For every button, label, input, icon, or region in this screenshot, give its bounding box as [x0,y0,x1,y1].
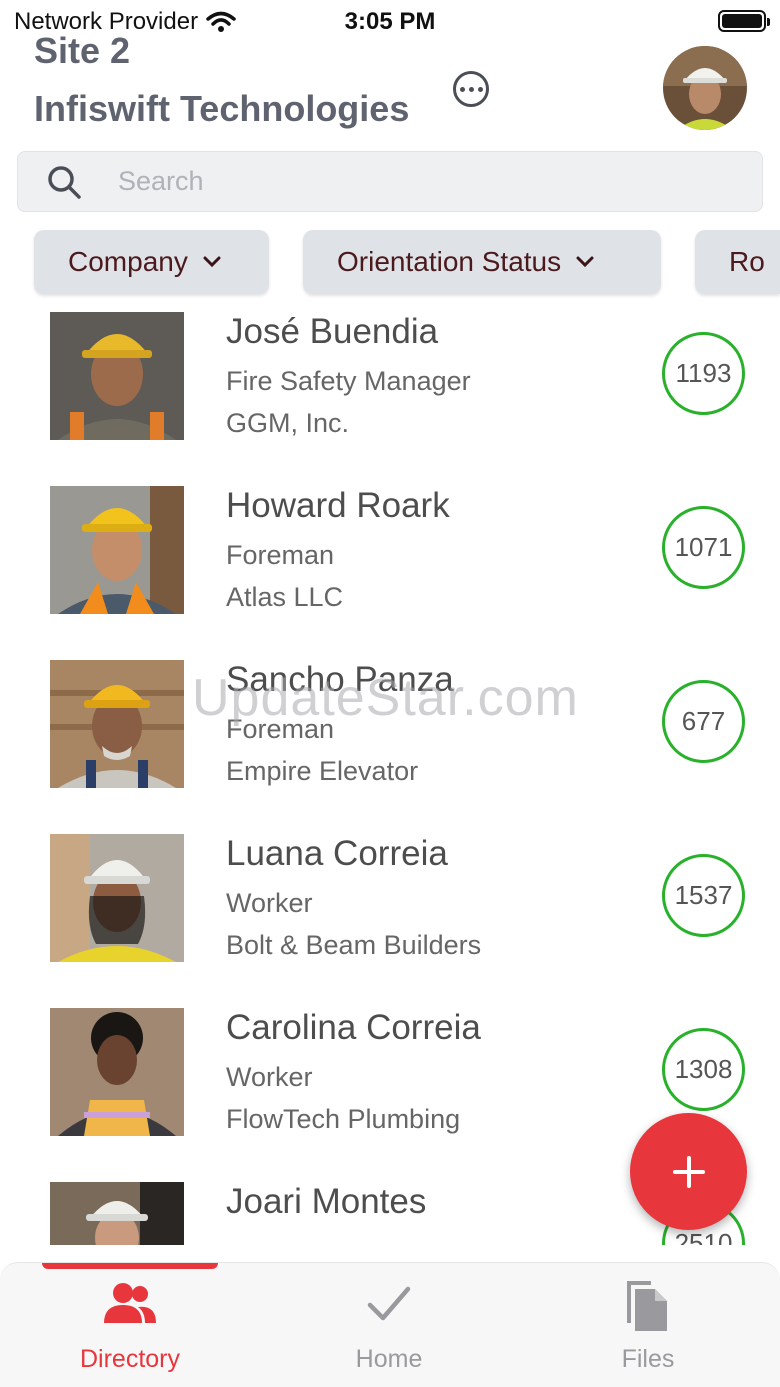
filter-orientation-label: Orientation Status [337,246,562,277]
person-role: Foreman [226,540,335,570]
score-badge: 1537 [662,854,745,937]
score-badge: 1071 [662,506,745,589]
avatar-photo [663,46,747,130]
person-role: Fire Safety Manager [226,366,471,396]
search-icon [48,166,81,199]
person-photo [50,834,184,962]
tab-home[interactable]: Home [289,1263,489,1387]
filter-company-label: Company [68,246,188,277]
person-photo [50,312,184,440]
score-badge: 677 [662,680,745,763]
list-item[interactable]: Luana Correia Worker Bolt & Beam Builder… [0,822,780,997]
score-badge: 1193 [662,332,745,415]
person-company: Bolt & Beam Builders [226,930,482,960]
more-dots-icon [459,86,465,92]
person-name: José Buendia [226,312,439,351]
tab-files[interactable]: Files [548,1263,748,1387]
filter-orientation-status[interactable]: Orientation Status [303,230,661,294]
list-item[interactable]: José Buendia Fire Safety Manager GGM, In… [0,300,780,475]
profile-avatar[interactable] [663,46,747,130]
add-button[interactable] [630,1113,747,1230]
company-title: Infiswift Technologies [34,88,410,129]
filter-role[interactable]: Ro [695,230,780,294]
person-company: FlowTech Plumbing [226,1104,461,1134]
person-photo [50,486,184,614]
tab-directory-label: Directory [79,1345,180,1373]
tab-home-label: Home [355,1345,423,1373]
tab-files-label: Files [621,1345,675,1373]
chevron-down-icon [576,256,594,268]
person-company: GGM, Inc. [226,408,350,438]
people-icon [104,1283,156,1323]
score-badge: 1308 [662,1028,745,1111]
person-photo [50,660,184,788]
watermark: UpdateStar.com [192,669,579,727]
person-name: Carolina Correia [226,1008,481,1047]
files-icon [627,1281,667,1331]
plus-icon [672,1155,705,1188]
person-name: Howard Roark [226,486,450,525]
more-options-button[interactable] [453,71,489,107]
person-name: Luana Correia [226,834,448,873]
checkmark-icon [367,1286,411,1321]
bottom-nav: Directory Home Files [0,1262,780,1387]
person-company: Empire Elevator [226,756,419,786]
battery-icon [718,10,770,32]
person-role: Worker [226,888,313,918]
filter-company[interactable]: Company [34,230,269,294]
search-bar[interactable] [17,151,763,212]
list-item[interactable]: Howard Roark Foreman Atlas LLC 1071 [0,474,780,649]
filter-role-label: Ro [729,246,765,277]
search-input[interactable] [118,152,738,211]
tab-directory[interactable]: Directory [30,1263,230,1387]
person-photo [50,1008,184,1136]
person-list: José Buendia Fire Safety Manager GGM, In… [0,300,780,1245]
person-name: Joari Montes [226,1182,427,1221]
person-company: Atlas LLC [226,582,344,612]
chevron-down-icon [203,256,221,268]
person-role: Worker [226,1062,313,1092]
site-title: Site 2 [34,30,131,71]
person-photo [50,1182,184,1245]
